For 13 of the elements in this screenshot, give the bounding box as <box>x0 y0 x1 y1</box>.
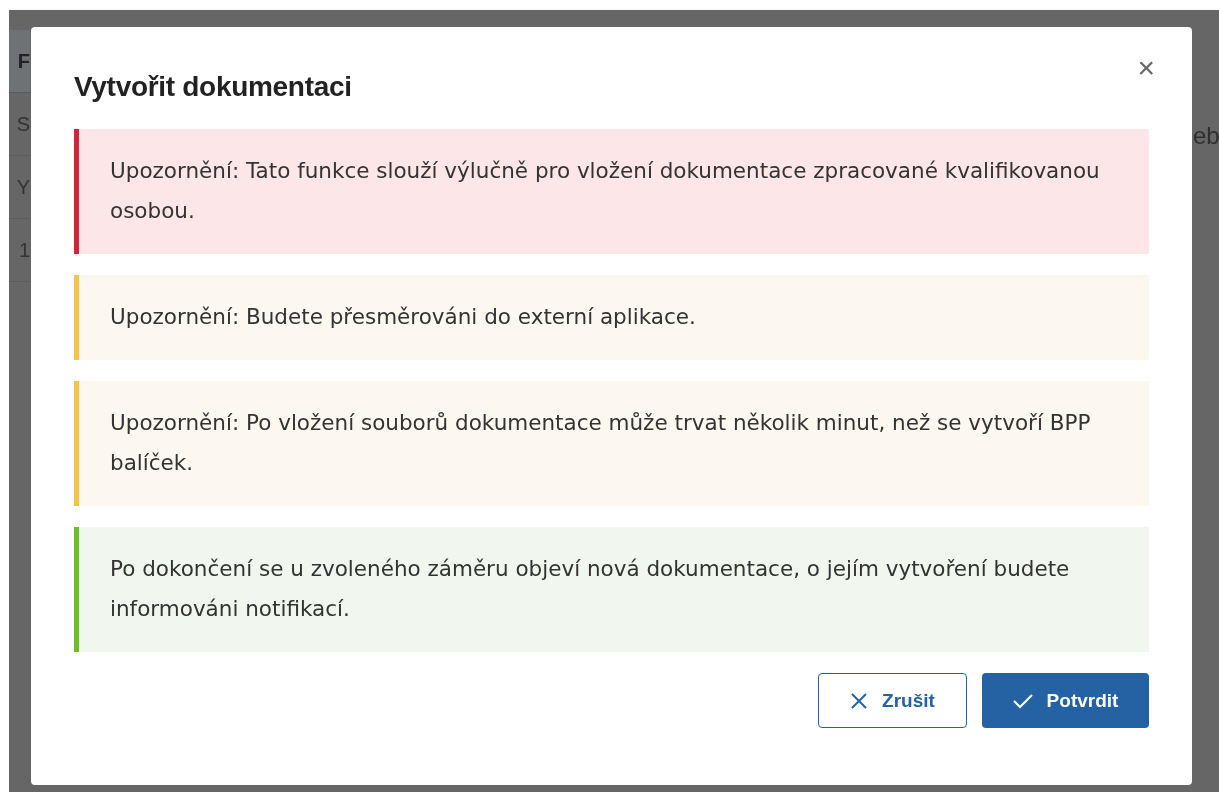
table-row[interactable]: F <box>9 30 30 93</box>
table-cell: F <box>17 49 30 73</box>
dialog-title: Vytvořit dokumentaci <box>74 71 352 103</box>
close-button[interactable]: × <box>1137 55 1155 81</box>
table-cell: eb <box>1193 122 1219 150</box>
cancel-button[interactable]: Zrušit <box>818 673 967 728</box>
alert-message: Po dokončení se u zvoleného záměru objeví nová dokumentace, o jejím vytvoření budete informováni notifikací. <box>74 527 1149 652</box>
check-icon <box>1012 692 1033 709</box>
alert-message: Upozornění: Po vložení souborů dokumentace může trvat několik minut, než se vytvoří BPP balíček. <box>74 381 1149 506</box>
close-icon <box>850 691 869 710</box>
alert-message: Upozornění: Tato funkce slouží výlučně pro vložení dokumentace zpracované kvalifikovanou osobou. <box>74 129 1149 254</box>
alert-message: Upozornění: Budete přesměrováni do externí aplikace. <box>74 275 1149 360</box>
confirm-button[interactable]: Potvrdit <box>982 673 1149 728</box>
